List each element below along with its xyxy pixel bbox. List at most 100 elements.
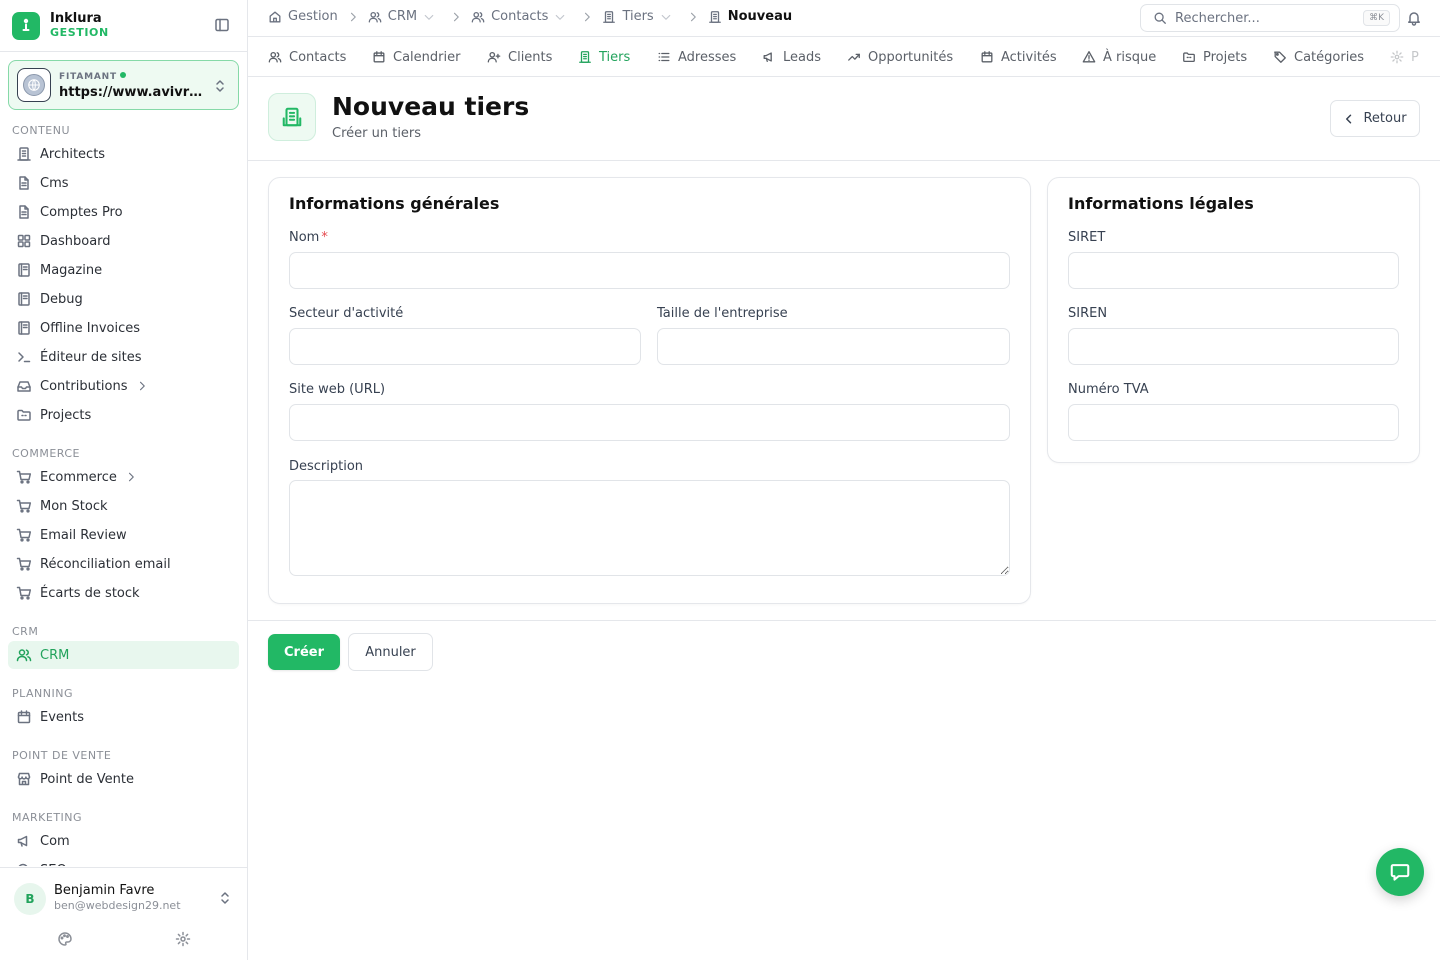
tab-contacts[interactable]: Contacts: [268, 37, 346, 76]
sidebar-item-label: Écarts de stock: [40, 585, 140, 601]
page-title: Nouveau tiers: [332, 92, 530, 121]
nom-field[interactable]: [289, 252, 1010, 289]
gear-icon[interactable]: [175, 931, 191, 947]
chevron-down-icon: [661, 14, 671, 20]
divider: [248, 620, 1436, 621]
status-dot-icon: [119, 72, 126, 78]
sidebar-item-label: Mon Stock: [40, 498, 108, 514]
crm-tabs: Contacts Calendrier Clients Tiers Adresses Le…: [248, 36, 1440, 77]
chat-button[interactable]: [1376, 848, 1424, 896]
tva-field[interactable]: [1068, 404, 1399, 441]
sidebar-toggle-icon[interactable]: [214, 17, 230, 33]
section-title: COMMERCE: [12, 447, 80, 460]
secteur-field[interactable]: [289, 328, 641, 365]
breadcrumb-crm[interactable]: CRM: [368, 9, 441, 24]
sidebar-item-seo[interactable]: SEO: [8, 856, 239, 866]
trend-up-icon: [848, 53, 860, 61]
sidebar-item-label: Ecommerce: [40, 469, 117, 485]
general-info-card: Informations générales Nom * Secteur d'ac…: [268, 177, 1031, 604]
chat-icon: [1390, 864, 1410, 881]
tab-a-risque[interactable]: À risque: [1082, 37, 1156, 76]
sidebar-item-events[interactable]: Events: [8, 703, 239, 731]
section-title: POINT DE VENTE: [12, 749, 112, 762]
tab-p[interactable]: P: [1390, 37, 1419, 76]
breadcrumb-tiers[interactable]: Tiers: [602, 9, 677, 24]
sidebar-item-label: Com: [40, 833, 70, 849]
sidebar-item-reconciliation-email[interactable]: Réconciliation email: [8, 550, 239, 578]
chevron-right-icon: [350, 12, 356, 21]
gear-icon: [1390, 50, 1404, 64]
tab-opportunites[interactable]: Opportunités: [847, 37, 953, 76]
bell-icon[interactable]: [1406, 10, 1422, 26]
sidebar-item-label: Architects: [40, 146, 106, 162]
description-field[interactable]: [289, 480, 1010, 576]
nom-label: Nom *: [289, 230, 328, 245]
palette-icon[interactable]: [57, 931, 73, 947]
sidebar-item-offline-invoices[interactable]: Offline Invoices: [8, 314, 239, 342]
taille-label: Taille de l'entreprise: [657, 306, 788, 321]
description-label: Description: [289, 459, 364, 474]
site-web-field[interactable]: [289, 404, 1010, 441]
tab-projets[interactable]: Projets: [1182, 37, 1247, 76]
required-marker: *: [321, 230, 328, 245]
cancel-button[interactable]: Annuler: [348, 633, 433, 671]
secteur-label: Secteur d'activité: [289, 306, 404, 321]
tab-adresses[interactable]: Adresses: [657, 37, 736, 76]
sidebar-item-magazine[interactable]: Magazine: [8, 256, 239, 284]
sidebar-item-ecommerce[interactable]: Ecommerce: [8, 463, 239, 491]
brand-logo-icon: [12, 12, 40, 40]
cart-icon: [16, 528, 32, 542]
siret-field[interactable]: [1068, 252, 1399, 289]
tab-categories[interactable]: Catégories: [1273, 37, 1364, 76]
section-title: CONTENU: [12, 124, 71, 137]
tab-clients[interactable]: Clients: [487, 37, 552, 76]
sidebar-item-editeur-de-sites[interactable]: Éditeur de sites: [8, 343, 239, 371]
warning-icon: [1082, 51, 1096, 63]
building-icon: [603, 10, 616, 23]
siren-label: SIREN: [1068, 306, 1108, 321]
sidebar-item-projects[interactable]: Projects: [8, 401, 239, 429]
sidebar-item-contributions[interactable]: Contributions: [8, 372, 239, 400]
user-menu[interactable]: B Benjamin Favre ben@webdesign29.net: [0, 867, 247, 960]
divider: [0, 51, 247, 52]
sidebar-item-com[interactable]: Com: [8, 827, 239, 855]
building-icon: [579, 51, 591, 63]
site-switcher[interactable]: FITAMANT https://www.avivre-immobilier.f…: [8, 60, 239, 110]
back-button[interactable]: Retour: [1330, 100, 1420, 137]
inbox-icon: [17, 381, 31, 392]
sidebar-item-architects[interactable]: Architects: [8, 140, 239, 168]
sidebar-item-cms[interactable]: Cms: [8, 169, 239, 197]
sidebar-item-debug[interactable]: Debug: [8, 285, 239, 313]
sidebar-item-dashboard[interactable]: Dashboard: [8, 227, 239, 255]
sidebar-item-ecarts-de-stock[interactable]: Écarts de stock: [8, 579, 239, 607]
book-icon: [18, 263, 30, 277]
sidebar-item-point-de-vente[interactable]: Point de Vente: [8, 765, 239, 793]
site-avatar: [17, 68, 51, 102]
sidebar-item-crm[interactable]: CRM: [8, 641, 239, 669]
sidebar-item-label: Events: [40, 709, 85, 725]
sidebar-item-label: Éditeur de sites: [40, 349, 142, 365]
breadcrumb-gestion[interactable]: Gestion: [268, 9, 338, 24]
tab-activites[interactable]: Activités: [980, 37, 1057, 76]
tab-tiers[interactable]: Tiers: [578, 37, 630, 76]
tab-leads[interactable]: Leads: [762, 37, 821, 76]
file-icon: [19, 205, 29, 219]
sidebar-item-mon-stock[interactable]: Mon Stock: [8, 492, 239, 520]
search-input[interactable]: Rechercher... ⌘K: [1140, 4, 1400, 32]
siret-label: SIRET: [1068, 230, 1106, 245]
sidebar: Inklura GESTION FITAMANT https://www.avi…: [0, 0, 248, 960]
chevron-down-icon: [556, 14, 565, 20]
taille-field[interactable]: [657, 328, 1010, 365]
brand[interactable]: Inklura GESTION: [12, 11, 236, 41]
breadcrumb-contacts[interactable]: Contacts: [471, 9, 572, 24]
folder-icon: [1183, 52, 1195, 63]
chevron-down-icon: [424, 14, 434, 20]
building-icon: [268, 93, 316, 141]
tab-calendrier[interactable]: Calendrier: [372, 37, 460, 76]
sidebar-item-email-review[interactable]: Email Review: [8, 521, 239, 549]
create-button[interactable]: Créer: [268, 634, 340, 670]
chevron-right-icon: [454, 12, 459, 21]
sidebar-item-comptes-pro[interactable]: Comptes Pro: [8, 198, 239, 226]
siren-field[interactable]: [1068, 328, 1399, 365]
page-subtitle: Créer un tiers: [332, 126, 422, 141]
